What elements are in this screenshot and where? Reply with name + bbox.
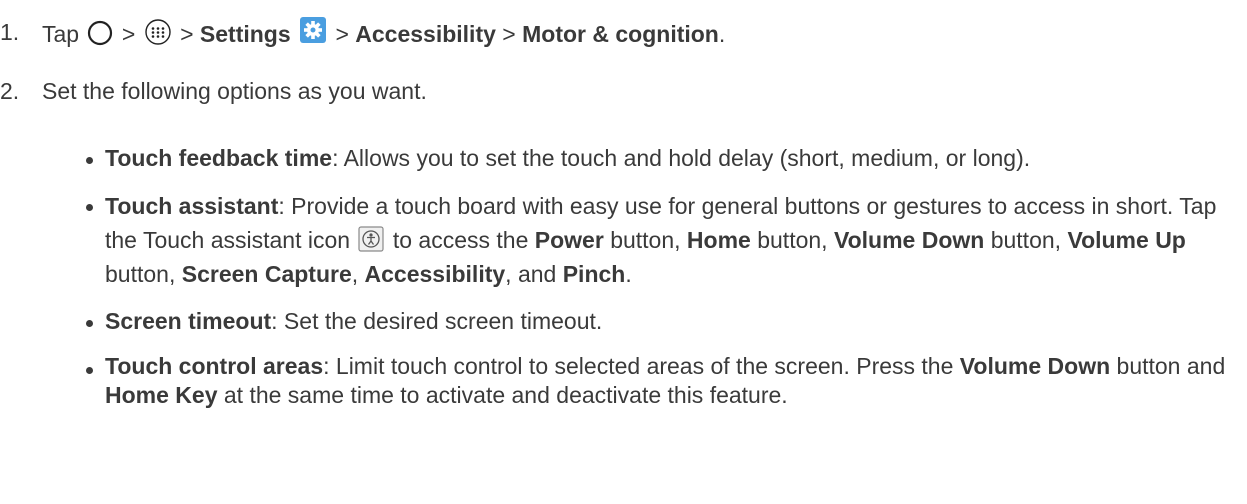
step-text: Tap > > Settings > Accessibility > Motor… [42, 16, 725, 51]
instructions-page: 1. Tap > > Settings > Accessibility > Mo… [0, 0, 1247, 504]
step-number: 1. [0, 19, 20, 45]
step-number: 2. [0, 78, 20, 104]
list-item-touch-control-areas: Touch control areas: Limit touch control… [84, 352, 1234, 410]
step-text: Set the following options as you want. [42, 78, 427, 104]
home-circle-icon [88, 20, 113, 46]
list-item-touch-assistant: Touch assistant: Provide a touch board w… [84, 189, 1234, 291]
list-item-touch-feedback-time: Touch feedback time: Allows you to set t… [84, 142, 1234, 175]
list-item-screen-timeout: Screen timeout: Set the desired screen t… [84, 305, 1234, 338]
touch-assistant-icon [358, 226, 385, 252]
apps-icon [145, 19, 171, 45]
options-list: Touch feedback time: Allows you to set t… [84, 142, 1234, 424]
settings-gear-icon [300, 17, 327, 43]
